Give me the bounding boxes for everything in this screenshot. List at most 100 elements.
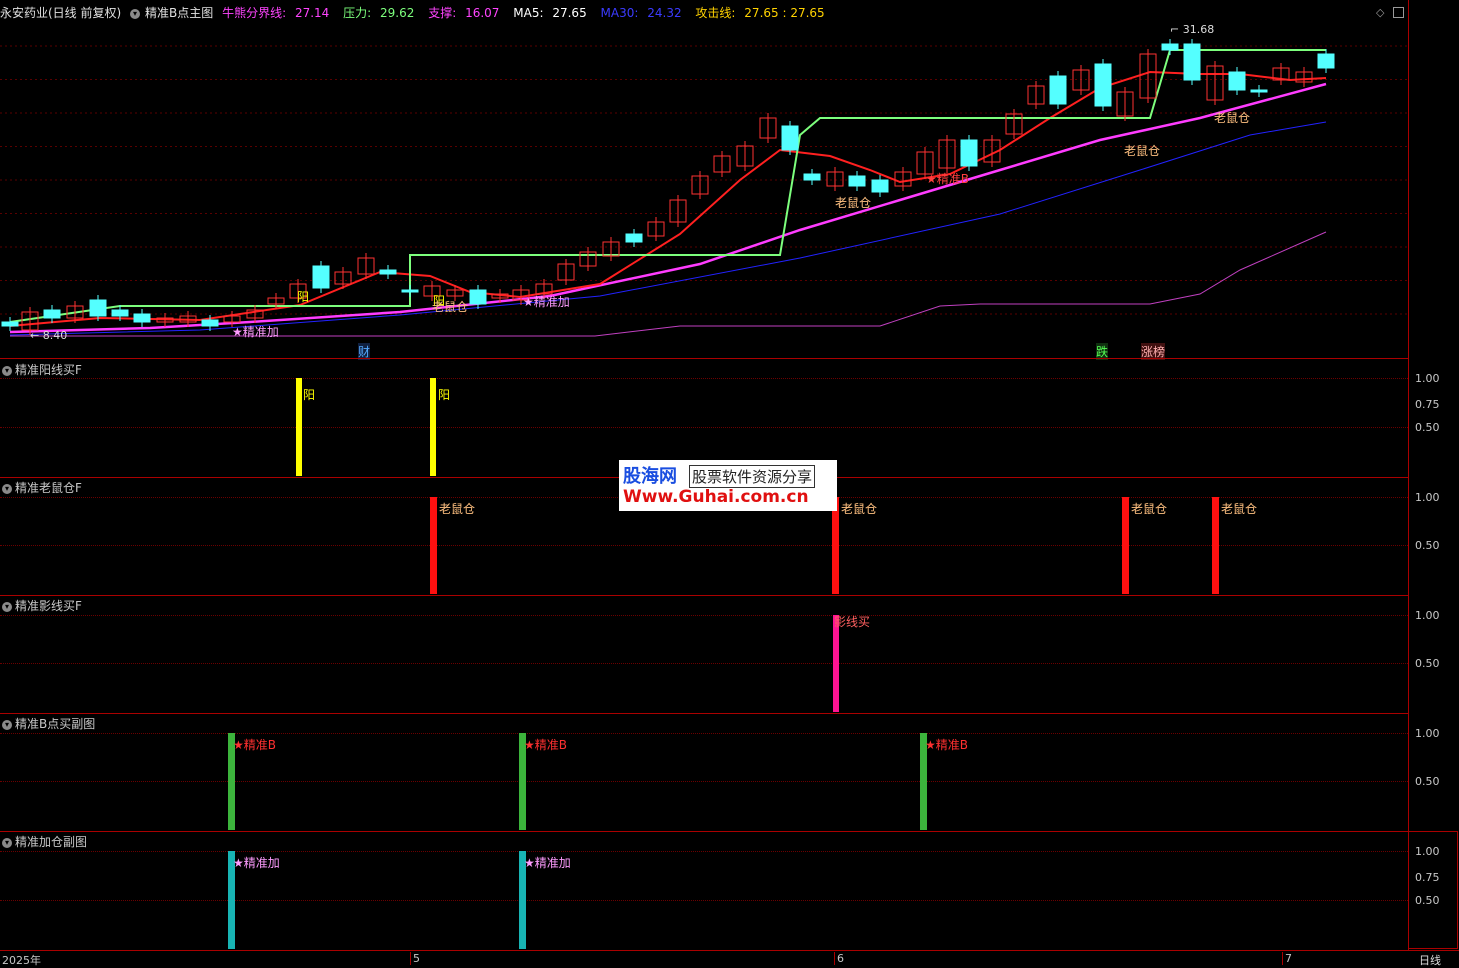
signal-label: 阳 [303,388,316,402]
watermark-logo: 股海网 股票软件资源分享 Www.Guhai.com.cn [619,460,837,511]
candle-body [312,265,330,289]
right-axis-box [1408,831,1458,949]
tick: 0.50 [1415,657,1440,670]
candle-body [1250,89,1268,93]
gridline [0,378,1408,379]
candle-body [781,125,799,151]
signal-label: ★精准B [233,738,276,752]
candle-body [401,289,419,293]
date-year: 2025年 [2,954,41,967]
collapse-icon[interactable]: ▾ [2,719,12,730]
candle-body [1183,43,1201,81]
date-axis: 2025年 5 6 7 日线 [0,950,1459,968]
bull-bear-line [9,82,1327,334]
collapse-icon[interactable]: ▾ [2,483,12,494]
pane-title-add[interactable]: ▾ 精准加仓副图 [2,833,87,850]
price-chart[interactable]: 30.0027.5025.0022.5020.0017.5015.0012.50… [0,0,1408,358]
signal-label: 影线买 [834,615,871,629]
date-jun: 6 [834,952,844,965]
pane-title-rat[interactable]: ▾ 精准老鼠仓F [2,479,82,496]
pane-title-buy-b[interactable]: ▾ 精准B点买副图 [2,715,95,732]
period-button[interactable]: 日线 [1419,952,1441,968]
tick: 0.50 [1415,775,1440,788]
signal-bar [1122,497,1129,594]
candle-body [43,309,61,319]
tick: 1.00 [1415,491,1440,504]
signal-label: ★精准加 [233,856,280,870]
candle-body [871,179,889,193]
candle-body [469,289,487,305]
signal-label: 阳 [438,388,451,402]
tick: 1.00 [1415,727,1440,740]
tick: 0.50 [1415,421,1440,434]
candle-body [803,173,821,181]
pane-separator-4 [0,713,1408,714]
tick: 0.75 [1415,398,1440,411]
annotation-yang-1: 阳 [297,290,310,304]
gridline [0,545,1408,546]
indicator-lines [9,49,1327,337]
annotation-rat-1: 老鼠仓 [432,300,469,314]
gridline [0,733,1408,734]
price-axis [1408,0,1459,950]
gridline [0,851,1408,852]
signal-label: 老鼠仓 [1131,502,1168,516]
gridline [0,615,1408,616]
tick: 0.50 [1415,539,1440,552]
signal-label: 老鼠仓 [439,502,476,516]
signal-bar [430,378,436,476]
tick: 1.00 [1415,372,1440,385]
pane-separator-3 [0,595,1408,596]
annotation-rat-2: 老鼠仓 [835,196,872,210]
candle-body [89,299,107,317]
annotation-add-1: ★精准加 [232,325,279,339]
low-label: ← 8.40 [30,329,68,342]
signal-label: ★精准加 [524,856,571,870]
pressure-line [9,49,1326,323]
price-grid [0,45,1408,315]
gridline [0,427,1408,428]
candle-body [625,233,643,243]
date-jul: 7 [1282,952,1292,965]
candle-body [111,309,129,317]
signal-bar [430,497,437,594]
candle-body [1049,75,1067,105]
candle-body [1317,53,1335,69]
signal-label: ★精准B [524,738,567,752]
high-label: ⌐ 31.68 [1170,23,1215,36]
watermark-subtitle: 股票软件资源分享 [689,465,816,488]
gridline [0,781,1408,782]
signal-bar [832,497,839,594]
candle-body [379,269,397,275]
candle-body [1094,63,1112,107]
candle-body [1161,43,1179,51]
signal-label: 老鼠仓 [1221,502,1258,516]
candle-body [133,313,151,323]
signal-label: 老鼠仓 [841,502,878,516]
annotation-rat-3: 老鼠仓 [1124,144,1161,158]
collapse-icon[interactable]: ▾ [2,601,12,612]
signal-bar [296,378,302,476]
collapse-icon[interactable]: ▾ [2,837,12,848]
candle-body [201,319,219,327]
collapse-icon[interactable]: ▾ [2,365,12,376]
signal-label: ★精准B [925,738,968,752]
attack-line [9,70,1327,327]
annotation-add-2: ★精准加 [523,295,570,309]
watermark-title: 股海网 [623,466,677,487]
annotation-rat-4: 老鼠仓 [1214,111,1251,125]
pane-separator-5 [0,831,1408,832]
candles [1,39,1335,335]
candle-body [1,321,19,327]
pane-title-yang[interactable]: ▾ 精准阳线买F [2,361,82,378]
pane-title-shadow[interactable]: ▾ 精准影线买F [2,597,82,614]
candle-body [848,175,866,187]
tick: 1.00 [1415,609,1440,622]
gridline [0,663,1408,664]
watermark-url: Www.Guhai.com.cn [623,487,809,507]
gridline [0,900,1408,901]
signal-bar [1212,497,1219,594]
date-may: 5 [410,952,420,965]
pane-separator-1 [0,358,1408,359]
candle-body [960,139,978,167]
